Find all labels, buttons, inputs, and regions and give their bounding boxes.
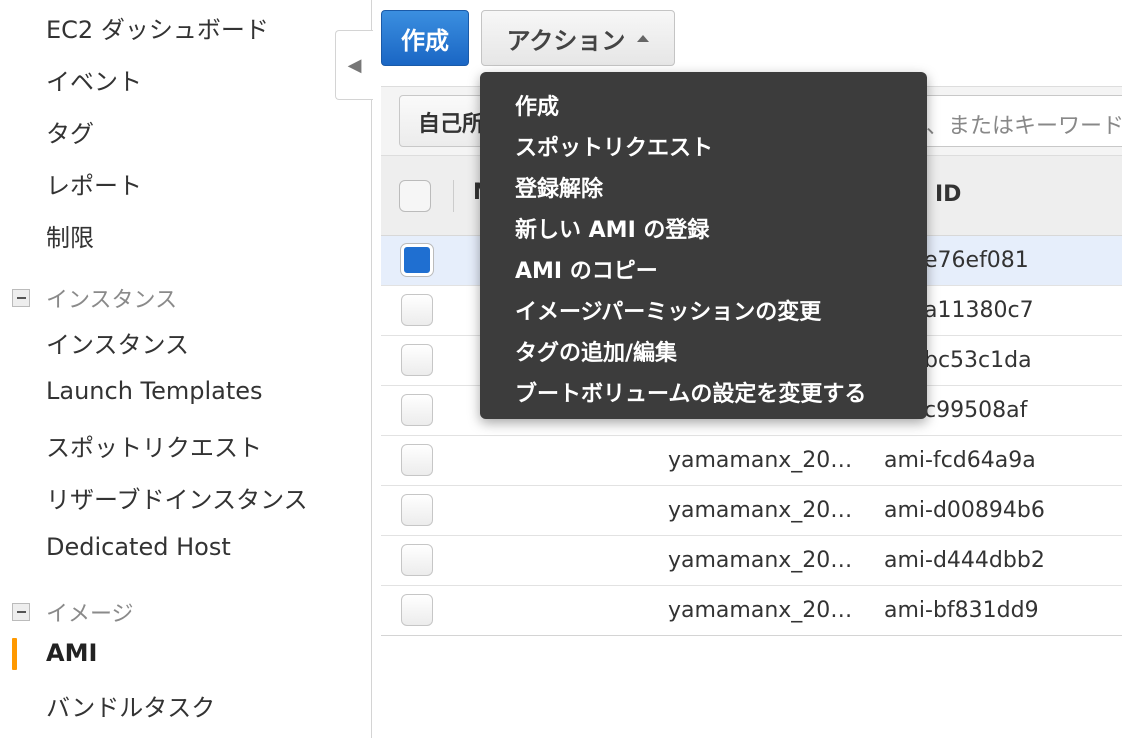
row-checkbox[interactable] — [401, 544, 433, 576]
actions-button-label: アクション — [506, 26, 626, 55]
row-ami-name: yamamanx_20… — [668, 598, 853, 623]
row-ami-id: e76ef081 — [924, 248, 1029, 273]
sidebar-item-limits[interactable]: 制限 — [46, 218, 94, 253]
sidebar-item-tags[interactable]: タグ — [46, 114, 94, 149]
sidebar-item-instances[interactable]: インスタンス — [46, 325, 189, 360]
sidebar-group-images[interactable]: イメージ — [12, 596, 134, 628]
sidebar: EC2 ダッシュボード イベント タグ レポート 制限 インスタンス インスタン… — [0, 0, 372, 738]
create-button[interactable]: 作成 — [381, 10, 469, 66]
collapse-icon[interactable] — [12, 289, 30, 307]
sidebar-item-launch-templates[interactable]: Launch Templates — [46, 377, 263, 405]
column-divider — [453, 180, 454, 212]
row-ami-id: bc53c1da — [924, 348, 1032, 373]
sidebar-item-spot-requests[interactable]: スポットリクエスト — [46, 428, 262, 463]
sidebar-item-ami[interactable]: AMI — [46, 639, 97, 667]
row-ami-id: ami-fcd64a9a — [884, 448, 1036, 473]
menu-item-register-new-ami[interactable]: 新しい AMI の登録 — [480, 207, 927, 248]
menu-item-add-edit-tags[interactable]: タグの追加/編集 — [480, 330, 927, 371]
table-row[interactable]: yamamanx_20… ami-fcd64a9a — [381, 436, 1122, 486]
row-checkbox[interactable] — [401, 494, 433, 526]
row-checkbox[interactable] — [401, 444, 433, 476]
row-ami-id: c99508af — [924, 398, 1028, 423]
sidebar-item-dedicated-host[interactable]: Dedicated Host — [46, 533, 231, 561]
sidebar-item-reports[interactable]: レポート — [46, 166, 142, 201]
sidebar-item-events[interactable]: イベント — [46, 62, 142, 97]
row-checkbox[interactable] — [401, 244, 433, 276]
menu-item-spot-request[interactable]: スポットリクエスト — [480, 125, 927, 166]
table-bottom-border — [381, 635, 1122, 636]
menu-item-modify-boot-volume[interactable]: ブートボリュームの設定を変更する — [480, 371, 927, 412]
column-header-ami-id[interactable]: ID — [935, 182, 961, 207]
sidebar-group-label: インスタンス — [46, 288, 178, 313]
sidebar-group-label: イメージ — [46, 602, 134, 627]
table-row[interactable]: yamamanx_20… ami-bf831dd9 — [381, 586, 1122, 636]
menu-item-create[interactable]: 作成 — [480, 84, 927, 125]
chevron-left-icon: ◀ — [347, 54, 362, 76]
table-row[interactable]: yamamanx_20… ami-d00894b6 — [381, 486, 1122, 536]
row-checkbox[interactable] — [401, 344, 433, 376]
actions-button[interactable]: アクション — [481, 10, 675, 66]
select-all-checkbox[interactable] — [399, 180, 431, 212]
row-ami-name: yamamanx_20… — [668, 498, 853, 523]
sidebar-item-ec2-dashboard[interactable]: EC2 ダッシュボード — [46, 10, 269, 45]
menu-item-modify-image-permissions[interactable]: イメージパーミッションの変更 — [480, 289, 927, 330]
row-ami-name: yamamanx_20… — [668, 548, 853, 573]
row-ami-name: yamamanx_20… — [668, 448, 853, 473]
row-ami-id: ami-d00894b6 — [884, 498, 1045, 523]
row-ami-id: a11380c7 — [924, 298, 1034, 323]
row-checkbox[interactable] — [401, 594, 433, 626]
active-indicator — [12, 638, 17, 670]
table-row[interactable]: yamamanx_20… ami-d444dbb2 — [381, 536, 1122, 586]
actions-menu: 作成 スポットリクエスト 登録解除 新しい AMI の登録 AMI のコピー イ… — [480, 72, 927, 419]
search-input[interactable]: 、またはキーワード — [911, 95, 1122, 147]
sidebar-item-reserved-instances[interactable]: リザーブドインスタンス — [46, 480, 308, 515]
row-ami-id: ami-bf831dd9 — [884, 598, 1039, 623]
row-checkbox[interactable] — [401, 394, 433, 426]
row-checkbox[interactable] — [401, 294, 433, 326]
row-ami-id: ami-d444dbb2 — [884, 548, 1045, 573]
menu-item-deregister[interactable]: 登録解除 — [480, 166, 927, 207]
collapse-icon[interactable] — [12, 603, 30, 621]
caret-up-icon — [637, 34, 650, 42]
menu-item-copy-ami[interactable]: AMI のコピー — [480, 248, 927, 289]
sidebar-group-instances[interactable]: インスタンス — [12, 282, 177, 314]
sidebar-collapse-tab[interactable]: ◀ — [335, 30, 373, 100]
sidebar-item-bundle-tasks[interactable]: バンドルタスク — [46, 688, 215, 723]
